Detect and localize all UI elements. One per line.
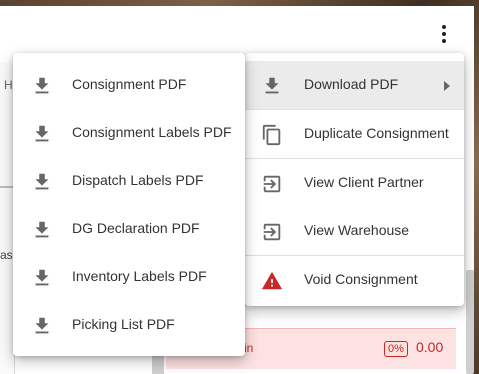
left-panel-text: as	[0, 248, 13, 262]
top-bar	[0, 6, 474, 58]
download-icon	[265, 77, 279, 94]
submenu-item-picking-list-pdf[interactable]: Picking List PDF	[13, 301, 245, 349]
submenu-item-dispatch-labels-pdf[interactable]: Dispatch Labels PDF	[13, 157, 245, 205]
open-in-icon	[263, 223, 281, 241]
submenu-item-label: Picking List PDF	[72, 316, 175, 332]
menu-item-label: Download PDF	[304, 76, 399, 92]
submenu-item-label: Dispatch Labels PDF	[72, 172, 204, 188]
chevron-right-icon	[444, 81, 450, 91]
submenu-item-consignment-pdf[interactable]: Consignment PDF	[13, 61, 245, 109]
download-icon	[35, 125, 49, 142]
menu-item-duplicate-consignment[interactable]: Duplicate Consignment	[245, 110, 464, 158]
copy-icon	[262, 124, 281, 146]
download-icon	[35, 269, 49, 286]
warning-icon	[261, 271, 283, 290]
download-icon	[35, 77, 49, 94]
submenu-item-label: DG Declaration PDF	[72, 220, 200, 236]
left-panel-divider	[0, 186, 14, 188]
menu-item-view-warehouse[interactable]: View Warehouse	[245, 207, 464, 255]
menu-item-label: View Client Partner	[304, 174, 424, 190]
menu-item-label: View Warehouse	[304, 222, 410, 238]
open-in-icon	[263, 175, 281, 193]
alert-amount: 0.00	[416, 339, 444, 355]
download-icon	[35, 221, 49, 238]
submenu-item-consignment-labels-pdf[interactable]: Consignment Labels PDF	[13, 109, 245, 157]
menu-item-label: Void Consignment	[304, 271, 418, 287]
scrollbar[interactable]	[466, 270, 474, 374]
menu-item-label: Duplicate Consignment	[304, 125, 449, 141]
submenu-item-dg-declaration-pdf[interactable]: DG Declaration PDF	[13, 205, 245, 253]
submenu-item-inventory-labels-pdf[interactable]: Inventory Labels PDF	[13, 253, 245, 301]
menu-item-void-consignment[interactable]: Void Consignment	[245, 256, 464, 304]
submenu-item-label: Consignment PDF	[72, 76, 187, 92]
more-options-icon[interactable]	[430, 22, 458, 46]
left-panel-fragment: H	[4, 78, 13, 92]
download-pdf-submenu: Consignment PDF Consignment Labels PDF D…	[13, 53, 245, 356]
alert-text: in	[244, 341, 254, 355]
download-icon	[35, 173, 49, 190]
actions-menu: Download PDF Duplicate Consignment View …	[245, 53, 464, 306]
submenu-item-label: Inventory Labels PDF	[72, 268, 207, 284]
menu-item-view-client-partner[interactable]: View Client Partner	[245, 159, 464, 207]
menu-item-download-pdf[interactable]: Download PDF	[245, 61, 464, 109]
download-icon	[35, 317, 49, 334]
submenu-item-label: Consignment Labels PDF	[72, 124, 232, 140]
percent-badge: 0%	[384, 341, 408, 357]
